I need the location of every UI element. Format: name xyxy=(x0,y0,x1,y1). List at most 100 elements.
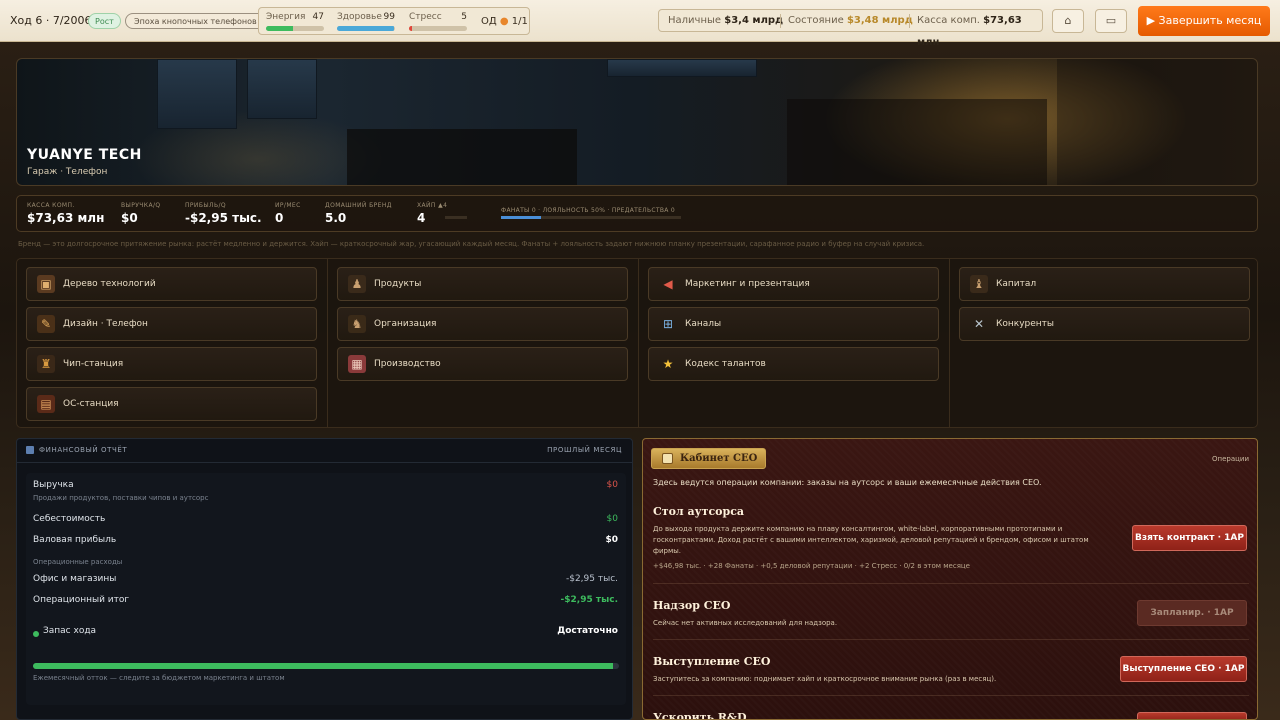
rd-title: Ускорить R&D xyxy=(653,711,747,720)
nav-design[interactable]: ✎ Дизайн · Телефон xyxy=(26,307,317,341)
megaphone-icon: ◀ xyxy=(663,277,673,291)
kpi-ip-value: 0 xyxy=(275,211,284,225)
od-label: ОД xyxy=(481,16,497,27)
energy-value: 47 xyxy=(312,12,324,22)
oversight-title: Надзор CEO xyxy=(653,599,731,612)
offices-label: Офис и магазины xyxy=(33,574,117,584)
desk-decoration xyxy=(347,129,577,185)
finance-report: ФИНАНСОВЫЙ ОТЧЁТ ПРОШЛЫЙ МЕСЯЦ Выручка П… xyxy=(16,438,633,720)
ceo-office-tab[interactable]: Кабинет CEO xyxy=(651,448,766,469)
nav-label: Капитал xyxy=(996,279,1037,289)
os-icon: ▤ xyxy=(37,395,55,413)
revenue-value: $0 xyxy=(606,480,618,490)
stats-panel: Энергия 47 Здоровье 99 Стресс 5 ОД ● 1/1 xyxy=(258,7,530,35)
nav-chip-station[interactable]: ♜ Чип-станция xyxy=(26,347,317,381)
kpi-hype-label: ХАЙП ▲4 xyxy=(417,202,448,209)
kpi-brand-value: 5.0 xyxy=(325,211,347,225)
chip-icon: ♜ xyxy=(37,355,55,373)
nav-competitors[interactable]: ✕ Конкуренты xyxy=(959,307,1250,341)
nav-organization[interactable]: ♞ Организация xyxy=(337,307,628,341)
ceo-speech-button[interactable]: Выступление CEO · 1АР xyxy=(1120,656,1247,682)
navigation-grid: ▣ Дерево технологий ✎ Дизайн · Телефон ♜ Чи… xyxy=(16,258,1258,428)
window-decoration xyxy=(607,59,757,77)
gross-profit-label: Валовая прибыль xyxy=(33,535,117,545)
runway-note: Ежемесячный отток — следите за бюджетом … xyxy=(33,674,285,682)
speech-title: Выступление CEO xyxy=(653,655,771,668)
stress-value: 5 xyxy=(461,12,467,22)
design-icon: ✎ xyxy=(37,315,55,333)
divider xyxy=(780,14,781,28)
cash-label: Наличные xyxy=(668,15,722,26)
nav-tech-tree[interactable]: ▣ Дерево технологий xyxy=(26,267,317,301)
wealth-label: Состояние xyxy=(788,15,844,26)
nav-os-station[interactable]: ▤ ОС-станция xyxy=(26,387,317,421)
finance-title: ФИНАНСОВЫЙ ОТЧЁТ xyxy=(39,446,128,454)
kpi-revenue-value: $0 xyxy=(121,211,138,225)
nav-label: Маркетинг и презентация xyxy=(685,279,810,289)
nav-label: Каналы xyxy=(685,319,722,329)
nav-talent-codex[interactable]: ★ Кодекс талантов xyxy=(648,347,939,381)
nav-production[interactable]: ▦ Производство xyxy=(337,347,628,381)
top-bar: Ход 6 · 7/2006 Рост Эпоха кнопочных теле… xyxy=(0,0,1280,48)
chart-icon xyxy=(26,446,34,454)
divider xyxy=(653,639,1249,640)
end-month-button[interactable]: ▶ Завершить месяц xyxy=(1138,6,1270,36)
cash-readout: Наличные $3,4 млрд xyxy=(668,10,783,32)
cogs-value: $0 xyxy=(606,514,618,524)
turn-indicator: Ход 6 · 7/2006 xyxy=(10,14,92,27)
nav-capital[interactable]: ♝ Капитал xyxy=(959,267,1250,301)
nav-label: ОС-станция xyxy=(63,399,119,409)
od-value: 1/1 xyxy=(511,16,528,27)
desk-decoration xyxy=(787,99,1047,185)
era-badge: Эпоха кнопочных телефонов xyxy=(125,13,266,29)
plan-oversight-button[interactable]: Запланир. · 1АР xyxy=(1137,600,1247,626)
revenue-sub: Продажи продуктов, поставки чипов и аутс… xyxy=(33,494,209,502)
nav-products[interactable]: ♟ Продукты xyxy=(337,267,628,301)
stress-bar xyxy=(409,26,467,31)
gross-profit-value: $0 xyxy=(605,535,618,545)
swords-icon: ✕ xyxy=(973,317,985,331)
tech-tree-icon: ▣ xyxy=(37,275,55,293)
star-icon: ★ xyxy=(662,357,674,371)
home-icon: ⌂ xyxy=(1064,14,1072,27)
computer-icon: ▭ xyxy=(1105,14,1117,27)
runway-bar xyxy=(33,663,619,669)
capital-icon: ♝ xyxy=(970,275,988,293)
loyalty-bar xyxy=(501,216,681,219)
cogs-label: Себестоимость xyxy=(33,514,106,524)
stress-label: Стресс xyxy=(409,12,442,22)
products-icon: ♟ xyxy=(348,275,366,293)
outsourcing-rewards: +$46,98 тыс. · +28 Фанаты · +0,5 деловой… xyxy=(653,562,970,570)
cart-icon: ⊞ xyxy=(662,317,674,331)
kpi-cash-value: $73,63 млн xyxy=(27,211,105,225)
company-subtitle: Гараж · Телефон xyxy=(27,167,108,177)
finance-body: Выручка Продажи продуктов, поставки чипо… xyxy=(26,473,626,705)
nav-label: Чип-станция xyxy=(63,359,124,369)
finance-period[interactable]: ПРОШЛЫЙ МЕСЯЦ xyxy=(547,446,622,454)
fans-summary: ФАНАТЫ 0 · ЛОЯЛЬНОСТЬ 50% · ПРЕДАТЕЛЬСТВ… xyxy=(501,207,675,214)
hype-bar xyxy=(445,216,467,219)
kpi-revenue-label: ВЫРУЧКА/Q xyxy=(121,202,161,209)
divider xyxy=(638,259,639,427)
nav-channels[interactable]: ⊞ Каналы xyxy=(648,307,939,341)
wealth-readout: Состояние $3,48 млрд xyxy=(788,10,913,32)
nav-label: Дерево технологий xyxy=(63,279,156,289)
computer-button[interactable]: ▭ xyxy=(1095,9,1127,33)
kpi-cash-label: КАССА КОМП. xyxy=(27,202,75,209)
take-contract-button[interactable]: Взять контракт · 1АР xyxy=(1132,525,1247,551)
opex-heading: Операционные расходы xyxy=(33,558,123,566)
outsourcing-title: Стол аутсорса xyxy=(653,505,745,518)
brand-hint: Бренд — это долгосрочное притяжение рынк… xyxy=(18,240,925,248)
kpi-profit-value: -$2,95 тыс. xyxy=(185,211,262,225)
runway-dot-icon xyxy=(33,631,39,637)
company-banner: YUANYE TECH Гараж · Телефон xyxy=(16,58,1258,186)
company-cash-readout: Касса комп. $73,63 млн xyxy=(917,10,1042,54)
nav-label: Кодекс талантов xyxy=(685,359,766,369)
nav-marketing[interactable]: ◀ Маркетинг и презентация xyxy=(648,267,939,301)
ceo-office: Кабинет CEO Операции Здесь ведутся опера… xyxy=(642,438,1258,720)
rd-button[interactable] xyxy=(1137,712,1247,719)
home-button[interactable]: ⌂ xyxy=(1052,9,1084,33)
divider xyxy=(949,259,950,427)
ceo-tab-label: Кабинет CEO xyxy=(680,453,758,464)
operations-label: Операции xyxy=(1212,455,1249,463)
